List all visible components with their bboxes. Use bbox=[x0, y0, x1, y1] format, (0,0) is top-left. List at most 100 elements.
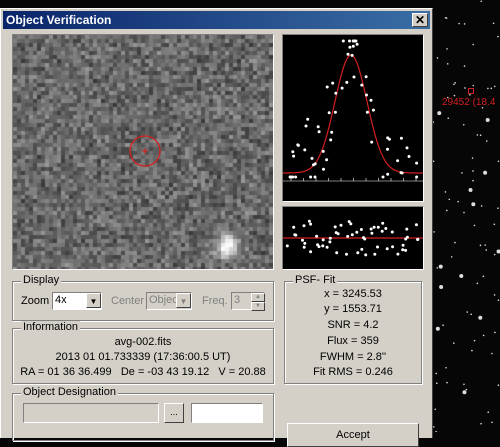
profile-data-point bbox=[346, 52, 350, 56]
psf-fwhm-value: FWHM = 2.8'' bbox=[319, 351, 387, 363]
background-star bbox=[493, 223, 496, 226]
profile-data-point bbox=[317, 130, 321, 134]
profile-data-point bbox=[325, 85, 329, 89]
profile-data-point bbox=[386, 172, 390, 176]
background-star bbox=[446, 63, 449, 65]
background-star bbox=[448, 198, 451, 201]
background-star bbox=[493, 294, 496, 296]
profile-data-point bbox=[294, 175, 298, 179]
background-star bbox=[464, 87, 466, 89]
profile-data-point bbox=[370, 140, 374, 144]
residual-data-point bbox=[328, 240, 332, 244]
psf-flux-value: Flux = 359 bbox=[327, 335, 379, 347]
residual-data-point bbox=[381, 221, 385, 225]
background-star bbox=[490, 87, 493, 90]
profile-data-point bbox=[369, 98, 373, 102]
background-star bbox=[454, 82, 456, 84]
zoom-select[interactable]: 4x ▼ bbox=[52, 292, 102, 310]
profile-data-point bbox=[333, 110, 337, 114]
residual-data-point bbox=[405, 227, 409, 231]
title-bar[interactable]: Object Verification ✕ bbox=[3, 11, 430, 29]
residual-data-point bbox=[384, 227, 388, 230]
background-star bbox=[497, 384, 500, 387]
profile-data-point bbox=[386, 147, 389, 151]
profile-data-point bbox=[341, 39, 345, 43]
residual-data-point bbox=[401, 248, 405, 252]
zoom-dropdown-arrow-icon[interactable]: ▼ bbox=[86, 293, 101, 308]
background-star bbox=[471, 349, 473, 352]
psf-residual-svg bbox=[283, 219, 423, 257]
background-star bbox=[470, 313, 473, 316]
background-star bbox=[446, 48, 448, 50]
background-star bbox=[479, 134, 482, 137]
designation-browse-button[interactable]: ... bbox=[164, 403, 184, 423]
background-star bbox=[432, 426, 435, 428]
background-star bbox=[484, 244, 486, 246]
profile-data-point bbox=[321, 149, 325, 153]
residual-data-point bbox=[346, 234, 350, 238]
psf-profile-svg bbox=[283, 39, 423, 182]
residual-data-point bbox=[359, 228, 363, 231]
residual-data-point bbox=[416, 238, 420, 241]
residual-data-point bbox=[369, 227, 373, 231]
profile-data-point bbox=[365, 93, 368, 97]
freq-up-arrow-icon[interactable]: ▲ bbox=[251, 293, 265, 302]
background-star bbox=[447, 117, 450, 119]
residual-data-point bbox=[404, 237, 408, 241]
background-star bbox=[496, 249, 500, 254]
profile-data-point bbox=[415, 175, 419, 179]
residual-data-point bbox=[328, 236, 332, 240]
designation-name-input[interactable] bbox=[191, 403, 263, 423]
target-reticle bbox=[129, 135, 161, 167]
background-star bbox=[465, 388, 468, 391]
profile-data-point bbox=[329, 138, 333, 142]
background-star bbox=[497, 160, 500, 163]
center-label: Center bbox=[111, 295, 145, 307]
object-marker-icon bbox=[468, 88, 474, 94]
background-star bbox=[434, 408, 437, 411]
profile-data-point bbox=[396, 159, 400, 163]
psf-fit-group-label: PSF- Fit bbox=[293, 274, 338, 286]
profile-data-point bbox=[348, 39, 351, 43]
residual-data-point bbox=[335, 251, 339, 255]
accept-button[interactable]: Accept bbox=[287, 423, 419, 447]
residual-data-point bbox=[309, 222, 313, 226]
residual-data-point bbox=[321, 244, 325, 248]
residual-data-point bbox=[302, 224, 306, 228]
info-datetime: 2013 01 01.733339 (17:36:00.5 UT) bbox=[55, 351, 231, 363]
background-star bbox=[454, 241, 456, 244]
freq-down-arrow-icon[interactable]: ▼ bbox=[251, 302, 265, 311]
profile-data-point bbox=[351, 44, 355, 48]
profile-data-point bbox=[309, 175, 313, 179]
residual-data-point bbox=[373, 252, 377, 256]
residual-data-point bbox=[370, 231, 374, 235]
background-star bbox=[453, 342, 455, 344]
background-star bbox=[468, 187, 473, 192]
residual-data-point bbox=[315, 234, 319, 238]
background-star bbox=[472, 84, 475, 87]
profile-data-point bbox=[288, 175, 292, 179]
close-button[interactable]: ✕ bbox=[412, 13, 428, 27]
residual-data-point bbox=[301, 238, 304, 242]
residual-data-point bbox=[404, 248, 408, 252]
background-star bbox=[446, 381, 448, 384]
image-panel[interactable] bbox=[12, 34, 274, 270]
profile-data-point bbox=[296, 143, 300, 147]
psf-x-value: x = 3245.53 bbox=[324, 288, 382, 300]
information-group-label: Information bbox=[21, 321, 81, 333]
psf-fit-group: PSF- Fit x = 3245.53 y = 1553.71 SNR = 4… bbox=[284, 274, 422, 384]
profile-data-point bbox=[381, 175, 385, 179]
psf-fit-curve bbox=[283, 54, 423, 174]
center-dropdown-arrow-icon[interactable]: ▼ bbox=[176, 293, 191, 308]
background-star bbox=[472, 179, 474, 182]
center-select[interactable]: Object ▼ bbox=[146, 292, 192, 310]
residual-data-point bbox=[294, 233, 298, 237]
profile-data-point bbox=[352, 75, 356, 79]
background-star bbox=[458, 22, 460, 25]
residual-data-point bbox=[390, 230, 394, 234]
designation-input[interactable] bbox=[23, 403, 159, 423]
background-star bbox=[436, 267, 439, 269]
background-star bbox=[444, 191, 447, 193]
background-star bbox=[471, 157, 474, 159]
display-group-label: Display bbox=[21, 274, 62, 286]
